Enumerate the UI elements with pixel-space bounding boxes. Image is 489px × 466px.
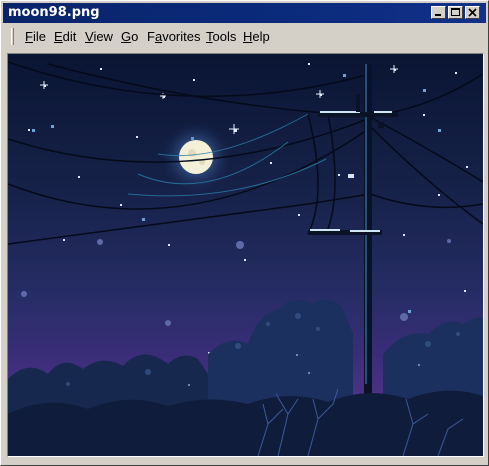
night-scene-image [8, 54, 483, 456]
maximize-button[interactable] [448, 6, 463, 19]
menu-file[interactable]: File [25, 29, 46, 44]
menu-grip[interactable] [11, 28, 14, 45]
minimize-icon [435, 14, 441, 16]
close-button[interactable] [465, 6, 480, 19]
image-viewer-window: moon98.png File Edit View Go Favorites T… [0, 0, 489, 466]
maximize-icon [451, 8, 460, 16]
window-title: moon98.png [8, 5, 100, 20]
title-bar[interactable]: moon98.png [3, 3, 486, 23]
menu-favorites[interactable]: Favorites [147, 29, 200, 44]
menu-edit[interactable]: Edit [54, 29, 76, 44]
menu-bar: File Edit View Go Favorites Tools Help [3, 25, 486, 47]
minimize-button[interactable] [431, 6, 446, 19]
menu-go[interactable]: Go [121, 29, 138, 44]
close-icon [468, 8, 477, 17]
image-viewport [7, 53, 484, 457]
moon [179, 140, 213, 174]
menu-help[interactable]: Help [243, 29, 270, 44]
menu-tools[interactable]: Tools [206, 29, 236, 44]
menu-view[interactable]: View [85, 29, 113, 44]
